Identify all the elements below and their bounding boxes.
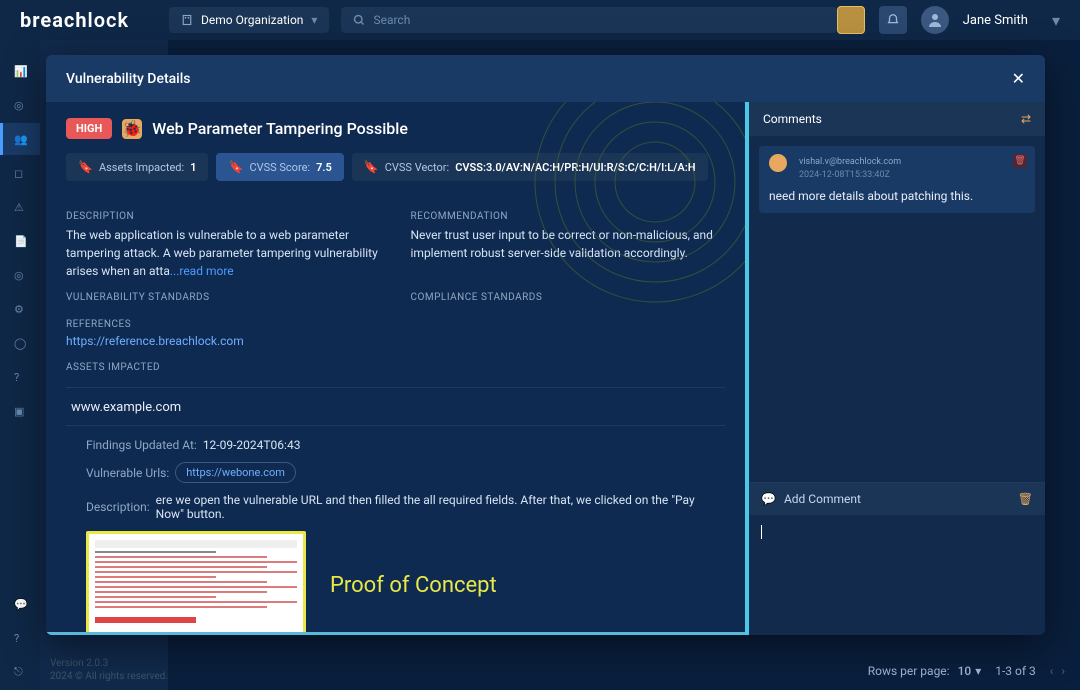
sidebar-item[interactable]: 💬	[0, 588, 40, 620]
bookmark-icon: 🔖	[228, 160, 243, 174]
sidebar-item[interactable]: 📊	[0, 55, 40, 87]
sidebar-item[interactable]: ?	[0, 622, 40, 654]
description-label: DESCRIPTION	[66, 211, 381, 222]
sidebar-item[interactable]: ?	[0, 361, 40, 393]
pagination: Rows per page: 10 ▾ 1-3 of 3 ‹ ›	[868, 664, 1065, 678]
chevron-down-icon[interactable]: ▾	[1052, 11, 1060, 30]
vulnerability-details-modal: Vulnerability Details ✕ HIGH 🐞 Web Param…	[46, 55, 1045, 635]
topbar: breachlock Demo Organization ▾ Search Ja…	[0, 0, 1080, 40]
avatar[interactable]	[921, 6, 949, 34]
org-selector[interactable]: Demo Organization ▾	[169, 7, 329, 33]
comments-pane: Comments ⇄ 🗑 vishal.v@breachlock.com 202…	[745, 102, 1045, 635]
bookmark-icon: 🔖	[364, 160, 379, 174]
assets-impacted-label: ASSETS IMPACTED	[66, 362, 725, 373]
search-input[interactable]: Search	[341, 7, 836, 33]
expand-icon[interactable]: ⇄	[1021, 112, 1031, 126]
sidebar-item[interactable]: 📄	[0, 225, 40, 257]
chevron-down-icon: ▾	[311, 13, 317, 27]
vuln-standards-label: VULNERABILITY STANDARDS	[66, 292, 381, 303]
sidebar-item[interactable]: ◻	[0, 157, 40, 189]
user-name: Jane Smith	[963, 13, 1028, 28]
references-label: REFERENCES	[66, 319, 725, 330]
scroll-indicator	[46, 632, 745, 635]
sidebar-item[interactable]: ◎	[0, 89, 40, 121]
alert-gold-icon[interactable]	[837, 6, 865, 34]
page-range: 1-3 of 3	[995, 664, 1036, 678]
sidebar-item[interactable]: ⚠	[0, 191, 40, 223]
findings-updated-value: 12-09-2024T06:43	[203, 438, 301, 452]
modal-header: Vulnerability Details ✕	[46, 55, 1045, 102]
comment-avatar	[769, 154, 787, 172]
sidebar-item[interactable]: ◎	[0, 259, 40, 291]
asset-domain[interactable]: www.example.com	[66, 388, 725, 426]
comment-item: 🗑 vishal.v@breachlock.com 2024-12-08T15:…	[759, 146, 1035, 213]
assets-impacted-chip: 🔖 Assets Impacted: 1	[66, 153, 208, 181]
comments-header: Comments	[763, 112, 822, 126]
prev-page-button[interactable]: ‹	[1050, 664, 1054, 678]
cvss-vector-chip: 🔖 CVSS Vector: CVSS:3.0/AV:N/AC:H/PR:H/U…	[352, 153, 708, 181]
sidebar-item[interactable]: 👥	[0, 123, 40, 155]
bell-icon[interactable]	[879, 6, 907, 34]
reference-link[interactable]: https://reference.breachlock.com	[66, 334, 725, 348]
bookmark-icon: 🔖	[78, 160, 93, 174]
modal-title: Vulnerability Details	[66, 71, 191, 87]
clear-comment-button[interactable]: 🗑	[1018, 492, 1033, 506]
recommendation-text: Never trust user input to be correct or …	[411, 226, 726, 262]
chevron-down-icon: ▾	[975, 664, 981, 678]
comment-author: vishal.v@breachlock.com	[799, 156, 901, 169]
add-comment-label: Add Comment	[784, 492, 861, 506]
comment-input[interactable]	[749, 515, 1045, 635]
asset-description: ere we open the vulnerable URL and then …	[156, 493, 705, 521]
recommendation-label: RECOMMENDATION	[411, 211, 726, 222]
bug-icon: 🐞	[122, 119, 142, 139]
comment-text: need more details about patching this.	[769, 189, 1025, 203]
poc-label: Proof of Concept	[330, 573, 497, 598]
logo: breachlock	[20, 8, 129, 32]
description-text: The web application is vulnerable to a w…	[66, 226, 381, 280]
read-more-link[interactable]: ...read more	[170, 264, 234, 278]
details-pane: HIGH 🐞 Web Parameter Tampering Possible …	[46, 102, 745, 635]
footer: Version 2.0.3 2024 © All rights reserved…	[50, 658, 168, 682]
sidebar-item[interactable]: ▣	[0, 395, 40, 427]
sidebar-item[interactable]: ⚙	[0, 293, 40, 325]
next-page-button[interactable]: ›	[1061, 664, 1065, 678]
building-icon	[181, 14, 193, 26]
close-button[interactable]: ✕	[1012, 69, 1025, 88]
severity-badge: HIGH	[66, 118, 112, 139]
poc-screenshot[interactable]	[86, 531, 306, 635]
rows-per-page-select[interactable]: 10 ▾	[958, 664, 982, 678]
compliance-standards-label: COMPLIANCE STANDARDS	[411, 292, 726, 303]
cvss-score-chip: 🔖 CVSS Score: 7.5	[216, 153, 343, 181]
vulnerable-url-pill[interactable]: https://webone.com	[175, 462, 296, 483]
sidebar: 📊 ◎ 👥 ◻ ⚠ 📄 ◎ ⚙ ◯ ? ▣ 💬 ? ⎋	[0, 40, 40, 690]
comment-date: 2024-12-08T15:33:40Z	[799, 169, 901, 182]
search-icon	[353, 14, 365, 26]
delete-comment-button[interactable]: 🗑	[1013, 154, 1027, 168]
sidebar-item[interactable]: ◯	[0, 327, 40, 359]
sidebar-item[interactable]: ⎋	[0, 656, 40, 688]
vulnerability-title: Web Parameter Tampering Possible	[152, 119, 408, 138]
asset-block: www.example.com Findings Updated At: 12-…	[66, 387, 725, 635]
message-icon: 💬	[761, 492, 776, 506]
